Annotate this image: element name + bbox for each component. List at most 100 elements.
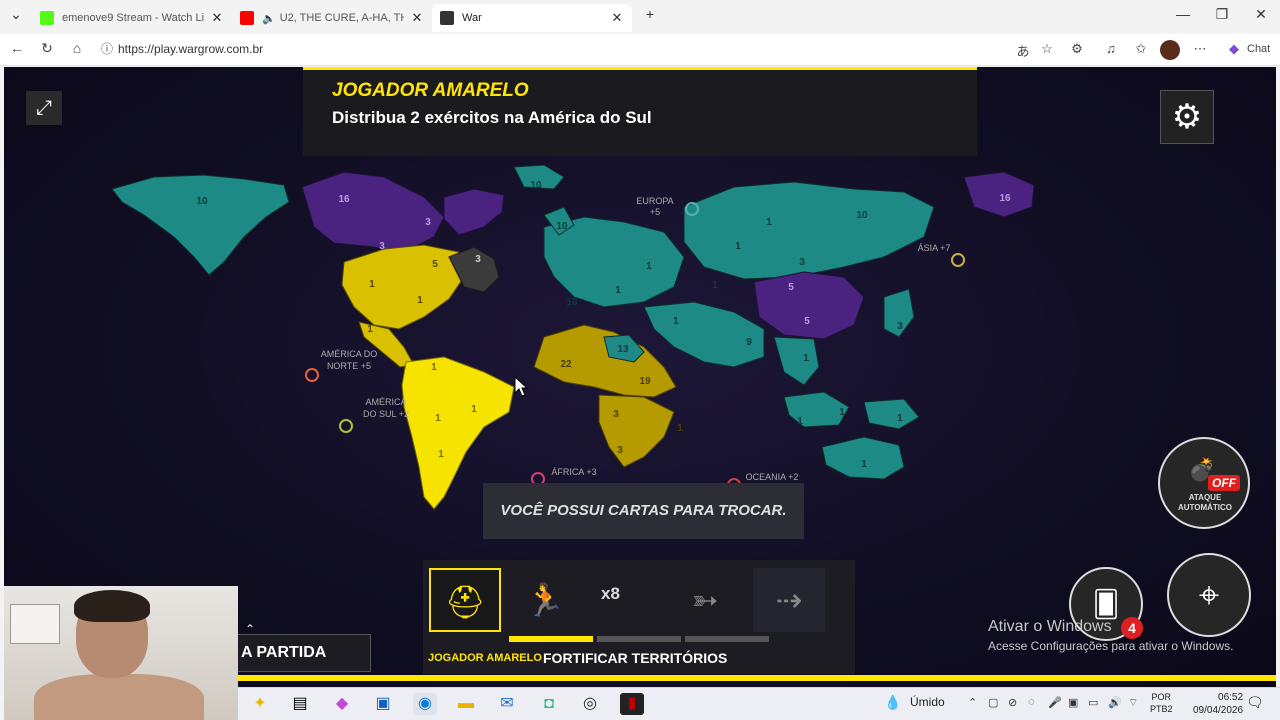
army-count: 1 bbox=[438, 449, 444, 460]
window-close-icon[interactable]: ✕ bbox=[1241, 6, 1280, 23]
army-count: 1 bbox=[839, 407, 845, 418]
soldier-phase-icon[interactable]: 🏃 bbox=[509, 568, 581, 632]
army-count: 3 bbox=[425, 217, 431, 228]
copilot-taskbar-icon[interactable]: ◆ bbox=[330, 693, 354, 715]
tab-youtube-music[interactable]: 🔈 U2, THE CURE, A-HA, THE SMITH ✕ bbox=[232, 4, 432, 32]
army-count: 9 bbox=[746, 337, 752, 348]
auto-attack-label: ATAQUE AUTOMÁTICO bbox=[1177, 493, 1233, 512]
youtube-favicon-icon bbox=[240, 11, 254, 25]
rifle-phase-icon[interactable]: ➳ bbox=[669, 568, 741, 632]
kick-favicon-icon bbox=[40, 11, 54, 25]
territory-greenland-area bbox=[443, 188, 505, 236]
close-tab-icon[interactable]: ✕ bbox=[210, 10, 224, 26]
tray-camera-off-icon[interactable]: ⊘ bbox=[1008, 696, 1017, 709]
army-count: 1 bbox=[615, 285, 621, 296]
speaker-icon[interactable]: 🔈 bbox=[262, 12, 276, 25]
army-count: 10 bbox=[196, 196, 208, 207]
notifications-icon[interactable]: 🗨 bbox=[1246, 694, 1264, 711]
tray-app-icon[interactable]: ▢ bbox=[988, 696, 998, 709]
army-count: 1 bbox=[797, 416, 803, 427]
back-icon[interactable]: ← bbox=[6, 40, 28, 56]
clock[interactable]: 06:52 09/04/2026 bbox=[1193, 691, 1243, 717]
card-trade-message[interactable]: VOCÊ POSSUI CARTAS PARA TROCAR. bbox=[483, 483, 804, 539]
army-count: 16 bbox=[338, 194, 350, 205]
army-count: 16 bbox=[566, 297, 578, 308]
site-info-icon[interactable]: ⓘ bbox=[96, 40, 118, 57]
tab-war[interactable]: War ✕ bbox=[432, 4, 632, 32]
phase-progress-segment bbox=[597, 636, 681, 642]
close-tab-icon[interactable]: ✕ bbox=[410, 10, 424, 26]
army-multiplier: x8 bbox=[601, 584, 620, 603]
task-view-icon[interactable]: ▤ bbox=[288, 693, 312, 715]
helmet-phase-icon[interactable]: ⛑ bbox=[429, 568, 501, 632]
phase-progress-segment bbox=[509, 636, 593, 642]
microphone-icon[interactable]: 🎤 bbox=[1048, 696, 1062, 709]
tab-kick-stream[interactable]: emenove9 Stream - Watch Live on ✕ bbox=[32, 4, 232, 32]
weather-label[interactable]: Úmido bbox=[910, 695, 945, 709]
language-indicator[interactable]: POR PTB2 bbox=[1150, 691, 1173, 715]
clock-time: 06:52 bbox=[1218, 692, 1244, 703]
edge-icon[interactable]: ◉ bbox=[413, 693, 437, 715]
tab-list-icon[interactable]: ⌄ bbox=[0, 6, 32, 23]
game-app-icon[interactable]: ▮ bbox=[620, 693, 644, 715]
war-favicon-icon bbox=[440, 11, 454, 25]
move-phase-icon[interactable]: ⇢ bbox=[753, 568, 825, 632]
wifi-icon[interactable]: ⌔ bbox=[1128, 696, 1138, 710]
reload-icon[interactable]: ↻ bbox=[36, 40, 58, 57]
continent-label-oceania: OCEANIA +2 bbox=[746, 472, 799, 482]
background-shelf bbox=[10, 604, 60, 644]
minimize-icon[interactable]: — bbox=[1163, 6, 1203, 22]
fullscreen-icon[interactable]: ⤢ bbox=[26, 91, 62, 125]
maximize-icon[interactable]: ❐ bbox=[1202, 6, 1242, 23]
territory-india bbox=[773, 336, 820, 386]
volume-icon[interactable]: 🔊 bbox=[1108, 696, 1122, 709]
tray-app2-icon[interactable]: ▣ bbox=[1068, 696, 1078, 709]
favorites-icon[interactable]: ✩ bbox=[1131, 41, 1151, 57]
webcam-overlay bbox=[4, 586, 238, 720]
territory-asia-north bbox=[683, 181, 935, 280]
continent-label-africa: ÁFRICA +3 bbox=[551, 467, 596, 477]
army-count: 1 bbox=[735, 241, 741, 252]
army-count: 10 bbox=[530, 180, 542, 191]
activation-line2: Acesse Configurações para ativar o Windo… bbox=[988, 639, 1234, 653]
tray-expand-icon[interactable]: ⌃ bbox=[968, 696, 977, 709]
store-icon[interactable]: ▣ bbox=[371, 693, 395, 715]
copilot-icon[interactable]: ◆ bbox=[1224, 41, 1244, 57]
auto-attack-toggle[interactable]: 💣 OFF ATAQUE AUTOMÁTICO bbox=[1158, 437, 1250, 529]
tray-network-app-icon[interactable]: ◌ bbox=[1028, 696, 1035, 708]
browser-tab-bar: ⌄ emenove9 Stream - Watch Live on ✕ 🔈 U2… bbox=[0, 0, 1280, 34]
home-icon[interactable]: ⌂ bbox=[66, 40, 88, 56]
more-menu-icon[interactable]: ⋯ bbox=[1190, 41, 1210, 57]
widgets-icon[interactable]: ✦ bbox=[248, 693, 272, 715]
favorite-star-icon[interactable]: ☆ bbox=[1037, 41, 1057, 57]
territory-middle-east bbox=[643, 301, 765, 368]
phase-bar: ⛑ 🏃 x8 ➳ ⇢ JOGADOR AMARELO FORTIFICAR TE… bbox=[423, 560, 855, 674]
battery-icon[interactable]: ▭ bbox=[1088, 696, 1098, 709]
phase-player-name: JOGADOR AMARELO bbox=[428, 652, 542, 664]
territory-usa-west bbox=[341, 244, 465, 330]
army-count: 19 bbox=[639, 376, 651, 387]
army-count: 13 bbox=[617, 344, 629, 355]
mail-icon[interactable]: ✉ bbox=[495, 693, 519, 715]
profile-avatar[interactable] bbox=[1160, 40, 1180, 60]
army-count: 1 bbox=[677, 423, 683, 434]
new-tab-icon[interactable]: + bbox=[630, 6, 670, 22]
territory-alaska bbox=[111, 174, 290, 276]
media-icon[interactable]: ♫ bbox=[1101, 41, 1121, 56]
clock-date: 09/04/2026 bbox=[1193, 705, 1244, 716]
army-count: 3 bbox=[379, 241, 385, 252]
lang-line1: POR bbox=[1151, 692, 1172, 702]
extensions-icon[interactable]: ⚙ bbox=[1067, 41, 1087, 57]
army-count: 16 bbox=[999, 193, 1011, 204]
windows-taskbar: ✦ ▤ ◆ ▣ ◉ ▬ ✉ ◘ ◎ ▮ 💧 Úmido ⌃ ▢ ⊘ ◌ 🎤 ▣ … bbox=[238, 687, 1280, 720]
url-input[interactable]: https://play.wargrow.com.br bbox=[118, 42, 263, 56]
translate-icon[interactable]: あ bbox=[1013, 41, 1033, 60]
settings-gear-icon[interactable]: ⚙ bbox=[1160, 90, 1214, 144]
steam-icon[interactable]: ◎ bbox=[578, 693, 602, 715]
territory-africa-south bbox=[598, 394, 675, 468]
explorer-icon[interactable]: ▬ bbox=[454, 693, 478, 715]
chat-label[interactable]: Chat bbox=[1247, 43, 1270, 55]
close-tab-icon[interactable]: ✕ bbox=[610, 10, 624, 26]
leave-match-button[interactable]: A PARTIDA bbox=[234, 634, 371, 672]
chat-app-icon[interactable]: ◘ bbox=[537, 693, 561, 715]
